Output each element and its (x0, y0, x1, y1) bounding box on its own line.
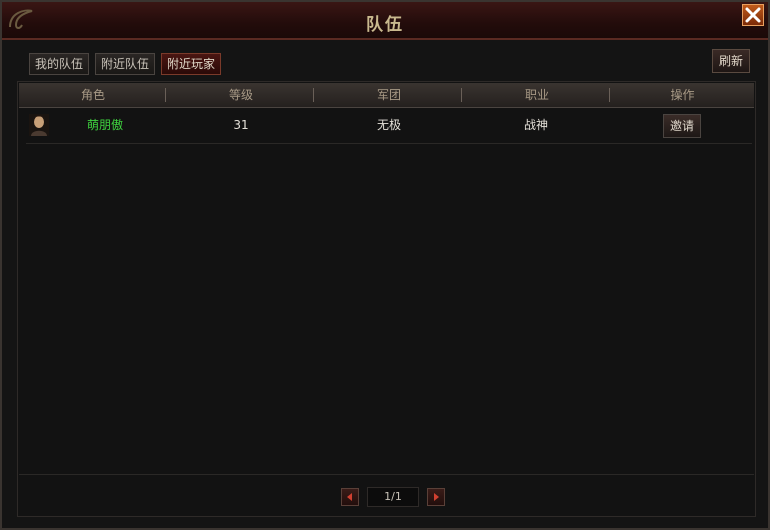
team-window: 队伍 我的队伍 附近队伍 附近玩家 刷新 角色 等级 军团 职业 操作 萌朋傲 … (0, 0, 770, 530)
close-button[interactable] (742, 4, 764, 26)
header-legion: 军团 (376, 88, 401, 102)
header-divider (461, 88, 462, 102)
table-row[interactable]: 萌朋傲 31 无极 战神 邀请 (26, 109, 752, 144)
player-level: 31 (233, 118, 249, 132)
table-header: 角色 等级 军团 职业 操作 (19, 83, 754, 108)
prev-page-button[interactable] (341, 488, 359, 506)
tab-my-team[interactable]: 我的队伍 (29, 53, 89, 75)
player-class: 战神 (523, 118, 548, 132)
refresh-button[interactable]: 刷新 (712, 49, 750, 73)
title-bar[interactable]: 队伍 (2, 2, 768, 40)
player-legion: 无极 (376, 118, 401, 132)
caret-right-icon (434, 493, 439, 501)
header-level: 等级 (228, 88, 253, 102)
player-name[interactable]: 萌朋傲 (71, 109, 139, 143)
page-indicator: 1/1 (367, 487, 419, 507)
header-role: 角色 (80, 88, 105, 102)
caret-left-icon (347, 493, 352, 501)
close-icon (745, 7, 761, 23)
window-title: 队伍 (366, 15, 404, 35)
tab-nearby-players[interactable]: 附近玩家 (161, 53, 221, 75)
players-panel: 角色 等级 军团 职业 操作 萌朋傲 31 无极 战神 邀请 (17, 81, 756, 517)
divider (19, 474, 754, 475)
next-page-button[interactable] (427, 488, 445, 506)
header-action: 操作 (670, 88, 695, 102)
header-divider (313, 88, 314, 102)
header-divider (165, 88, 166, 102)
tab-nearby-teams[interactable]: 附近队伍 (95, 53, 155, 75)
header-divider (609, 88, 610, 102)
avatar (29, 114, 49, 136)
header-class: 职业 (524, 88, 549, 102)
invite-button[interactable]: 邀请 (663, 114, 701, 138)
